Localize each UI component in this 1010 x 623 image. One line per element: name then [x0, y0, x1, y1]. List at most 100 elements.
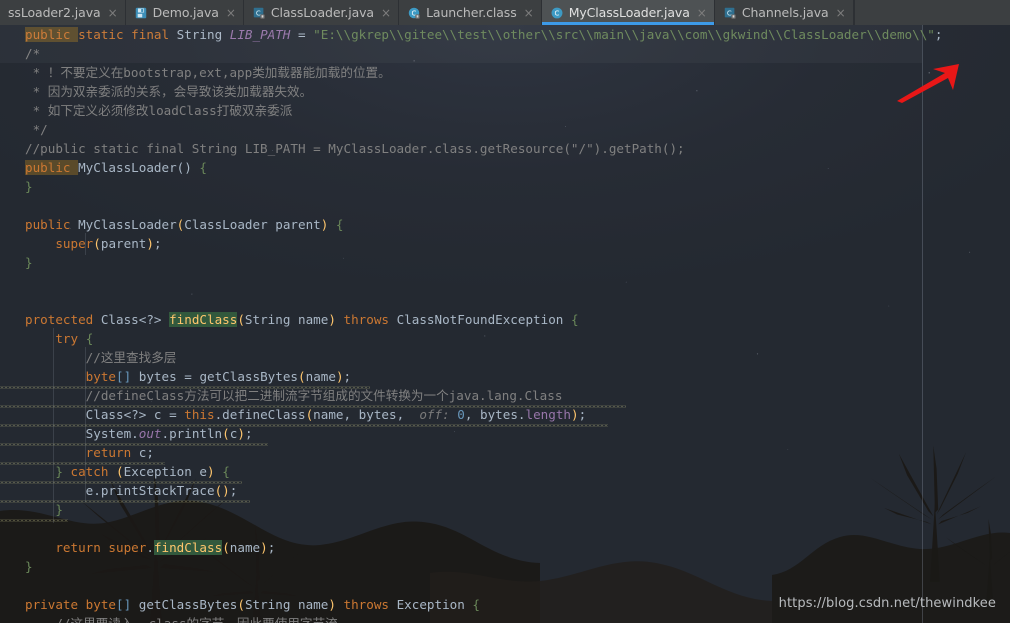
code-line[interactable]: */ — [0, 120, 48, 139]
code-token: ClassNotFoundException — [396, 312, 571, 327]
code-token: { — [199, 160, 207, 175]
caret-line-highlight — [0, 25, 922, 44]
java-runnable-class-icon — [135, 7, 146, 18]
code-token: public — [25, 160, 79, 175]
inspection-squiggle — [0, 386, 370, 389]
code-token: bytes — [131, 369, 185, 384]
editor-tab-bar: ssLoader2.java × Demo.java × C ClassLoader.ja… — [0, 0, 1010, 25]
code-token: } — [25, 179, 33, 194]
code-token: ) — [260, 540, 268, 555]
caret-line-highlight — [0, 44, 922, 63]
code-token: throws — [343, 312, 397, 327]
code-token: () — [214, 483, 230, 498]
code-line[interactable]: private byte[] getClassBytes(String name… — [0, 595, 480, 614]
code-line[interactable]: super(parent); — [0, 234, 161, 253]
code-token: } — [55, 464, 71, 479]
code-line[interactable]: } — [0, 177, 33, 196]
code-line[interactable]: * 如下定义必须修改loadClass打破双亲委派 — [0, 101, 293, 120]
code-line[interactable] — [0, 291, 25, 310]
code-token: protected — [25, 312, 101, 327]
code-token: byte — [85, 369, 117, 384]
code-token: = — [169, 407, 185, 422]
indent-guide — [85, 233, 86, 255]
code-token: ; — [343, 369, 352, 384]
code-token: Exception e — [123, 464, 208, 479]
close-icon[interactable]: × — [226, 7, 236, 19]
code-line[interactable]: public MyClassLoader() { — [0, 158, 207, 177]
inspection-squiggle — [0, 462, 165, 465]
code-line[interactable]: public MyClassLoader(ClassLoader parent)… — [0, 215, 344, 234]
code-token: { — [570, 312, 579, 327]
code-line[interactable]: return super.findClass(name); — [0, 538, 275, 557]
code-token: defineClass — [222, 407, 306, 422]
code-token: Exception — [396, 597, 473, 612]
code-line[interactable]: protected Class<?> findClass(String name… — [0, 310, 579, 329]
editor-tab-ssloader2-java[interactable]: ssLoader2.java × — [0, 0, 126, 25]
inspection-squiggle — [0, 500, 250, 503]
code-token: //这里要读入 .class的字节，因此要使用字节流 — [25, 616, 337, 623]
close-icon[interactable]: × — [836, 7, 846, 19]
indent-guide — [53, 328, 54, 523]
code-editor-area[interactable]: public static final String LIB_PATH = "E… — [0, 25, 1010, 623]
code-token: * 如下定义必须修改loadClass打破双亲委派 — [25, 103, 293, 118]
code-token: name — [229, 540, 261, 555]
code-token: () — [176, 160, 200, 175]
inspection-squiggle — [0, 481, 242, 484]
editor-tab-myclassloader-java[interactable]: C MyClassLoader.java × — [541, 0, 715, 25]
editor-tab-launcher-class[interactable]: C Launcher.class × — [399, 0, 542, 25]
code-token: [] — [116, 597, 132, 612]
close-icon[interactable]: × — [381, 7, 391, 19]
code-token: */ — [25, 122, 48, 137]
close-icon[interactable]: × — [697, 7, 707, 19]
code-token: .println — [161, 426, 223, 441]
editor-tab-label: Launcher.class — [426, 5, 517, 20]
ide-editor-window: ssLoader2.java × Demo.java × C ClassLoader.ja… — [0, 0, 1010, 623]
code-token: Class<?> c — [25, 407, 170, 422]
code-line[interactable]: * 因为双亲委派的关系，会导致该类加载器失效。 — [0, 82, 313, 101]
editor-tab-label: ssLoader2.java — [8, 5, 101, 20]
code-token: ; — [578, 407, 587, 422]
code-line[interactable]: try { — [0, 329, 93, 348]
code-token: { — [472, 597, 481, 612]
code-token: ) — [328, 597, 344, 612]
code-token: ( — [93, 236, 101, 251]
code-token: 0 — [457, 407, 465, 422]
code-line[interactable] — [0, 196, 25, 215]
code-token: ; — [934, 27, 943, 42]
source-code-text[interactable]: public static final String LIB_PATH = "E… — [0, 25, 1010, 623]
code-token: ( — [116, 464, 124, 479]
code-line[interactable]: //public static final String LIB_PATH = … — [0, 139, 685, 158]
code-token: ( — [237, 312, 245, 327]
code-token: out — [138, 426, 162, 441]
code-line[interactable] — [0, 272, 25, 291]
code-token: getClassBytes — [199, 369, 299, 384]
editor-tab-classloader-java[interactable]: C ClassLoader.java × — [243, 0, 400, 25]
editor-tab-demo-java[interactable]: Demo.java × — [125, 0, 244, 25]
code-line[interactable]: //这里要读入 .class的字节，因此要使用字节流 — [0, 614, 337, 623]
java-compiled-class-icon: C — [408, 7, 420, 19]
code-token: c; — [138, 445, 154, 460]
inspection-squiggle — [0, 443, 268, 446]
code-token: = — [184, 369, 200, 384]
editor-tab-channels-java[interactable]: C Channels.java × — [714, 0, 854, 25]
close-icon[interactable]: × — [524, 7, 534, 19]
code-line[interactable]: //这里查找多层 — [0, 348, 177, 367]
close-icon[interactable]: × — [108, 7, 118, 19]
code-token: * ！不要定义在bootstrap,ext,app类加载器能加载的位置。 — [25, 65, 391, 80]
code-token: { — [335, 217, 344, 232]
code-token: name — [305, 369, 336, 384]
code-line[interactable]: } — [0, 253, 33, 272]
code-line[interactable] — [0, 576, 25, 595]
code-token: ) — [571, 407, 579, 422]
inspection-squiggle — [0, 424, 608, 427]
inspection-squiggle — [0, 519, 68, 522]
code-line[interactable]: * ！不要定义在bootstrap,ext,app类加载器能加载的位置。 — [0, 63, 391, 82]
code-token: MyClassLoader — [78, 217, 177, 232]
code-token: ( — [298, 369, 306, 384]
code-token: ; — [267, 540, 276, 555]
code-token: name, bytes, — [313, 407, 412, 422]
code-line[interactable]: } — [0, 557, 33, 576]
